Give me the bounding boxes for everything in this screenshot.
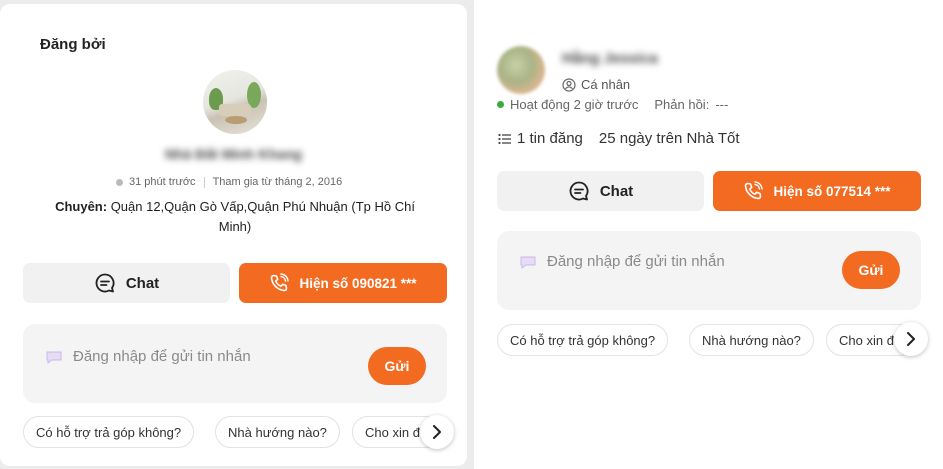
listings-count[interactable]: 1 tin đăng	[517, 130, 583, 147]
seller-name[interactable]: Nhà Đất Minh Khang	[0, 146, 467, 162]
seller-avatar[interactable]	[497, 46, 545, 94]
chips-next-button[interactable]	[420, 415, 454, 449]
chat-button[interactable]: Chat	[23, 263, 230, 303]
phone-label: Hiện số 090821 ***	[299, 275, 417, 291]
message-box: Đăng nhập để gửi tin nhắn Gửi	[23, 324, 447, 403]
seller-name[interactable]: Hằng Jessica	[562, 50, 658, 67]
chat-button[interactable]: Chat	[497, 171, 704, 211]
chips-next-button[interactable]	[894, 322, 928, 356]
seller-card-left: Đăng bởi Nhà Đất Minh Khang 31 phút trướ…	[0, 4, 467, 466]
chat-icon	[95, 273, 115, 293]
account-type-label: Cá nhân	[581, 77, 631, 92]
reply-label: Phản hồi:	[654, 97, 710, 112]
message-box: Đăng nhập để gửi tin nhắn Gửi	[497, 231, 921, 310]
tenure-text: 25 ngày trên Nhà Tốt	[598, 130, 740, 147]
message-bubble-icon	[520, 256, 536, 269]
message-placeholder: Đăng nhập để gửi tin nhắn	[73, 348, 251, 365]
chat-icon	[569, 181, 589, 201]
send-button[interactable]: Gửi	[368, 347, 426, 385]
chevron-right-icon	[433, 425, 441, 439]
chat-label: Chat	[599, 182, 634, 200]
seller-card-right: Hằng Jessica Cá nhân Hoạt động 2 giờ trư…	[474, 0, 943, 469]
stats-line: 1 tin đăng 25 ngày trên Nhà Tốt	[498, 130, 740, 147]
send-button[interactable]: Gửi	[842, 251, 900, 289]
specialty: Chuyên: Quận 12,Quận Gò Vấp,Quận Phú Nhu…	[30, 197, 440, 237]
chevron-right-icon	[907, 332, 915, 346]
account-type: Cá nhân	[562, 77, 630, 92]
posted-by-title: Đăng bởi	[40, 36, 106, 53]
last-active-text: 31 phút trước	[129, 176, 196, 188]
message-input[interactable]: Đăng nhập để gửi tin nhắn	[45, 348, 251, 365]
seller-avatar[interactable]	[203, 70, 267, 134]
chat-label: Chat	[125, 274, 160, 292]
message-placeholder: Đăng nhập để gửi tin nhắn	[547, 253, 725, 270]
show-phone-button[interactable]: Hiện số 090821 ***	[239, 263, 447, 303]
quick-reply-chip[interactable]: Nhà hướng nào?	[689, 324, 814, 356]
specialty-line1: Quận 12,Quận Gò Vấp,Quận Phú Nhuận (Tp H…	[110, 199, 415, 214]
activity-line: Hoạt động 2 giờ trước Phản hồi: ---	[497, 97, 728, 112]
phone-icon	[271, 273, 290, 292]
phone-icon	[745, 181, 764, 200]
specialty-line2: Minh)	[218, 219, 252, 234]
online-dot	[497, 101, 504, 108]
list-icon	[498, 133, 511, 144]
message-bubble-icon	[46, 351, 62, 364]
joined-text: Tham gia từ tháng 2, 2016	[212, 176, 343, 188]
specialty-label: Chuyên:	[55, 199, 108, 214]
seller-meta: 31 phút trước Tham gia từ tháng 2, 2016	[116, 176, 342, 188]
quick-reply-chip[interactable]: Có hỗ trợ trả góp không?	[23, 416, 195, 448]
status-dot	[116, 178, 123, 186]
activity-text: Hoạt động 2 giờ trước	[510, 97, 639, 112]
reply-value: ---	[715, 97, 729, 112]
message-input[interactable]: Đăng nhập để gửi tin nhắn	[519, 253, 725, 270]
phone-label: Hiện số 077514 ***	[773, 183, 891, 199]
show-phone-button[interactable]: Hiện số 077514 ***	[713, 171, 921, 211]
quick-reply-chip[interactable]: Có hỗ trợ trả góp không?	[497, 324, 669, 356]
person-icon	[562, 77, 576, 92]
quick-reply-chip[interactable]: Nhà hướng nào?	[215, 416, 340, 448]
